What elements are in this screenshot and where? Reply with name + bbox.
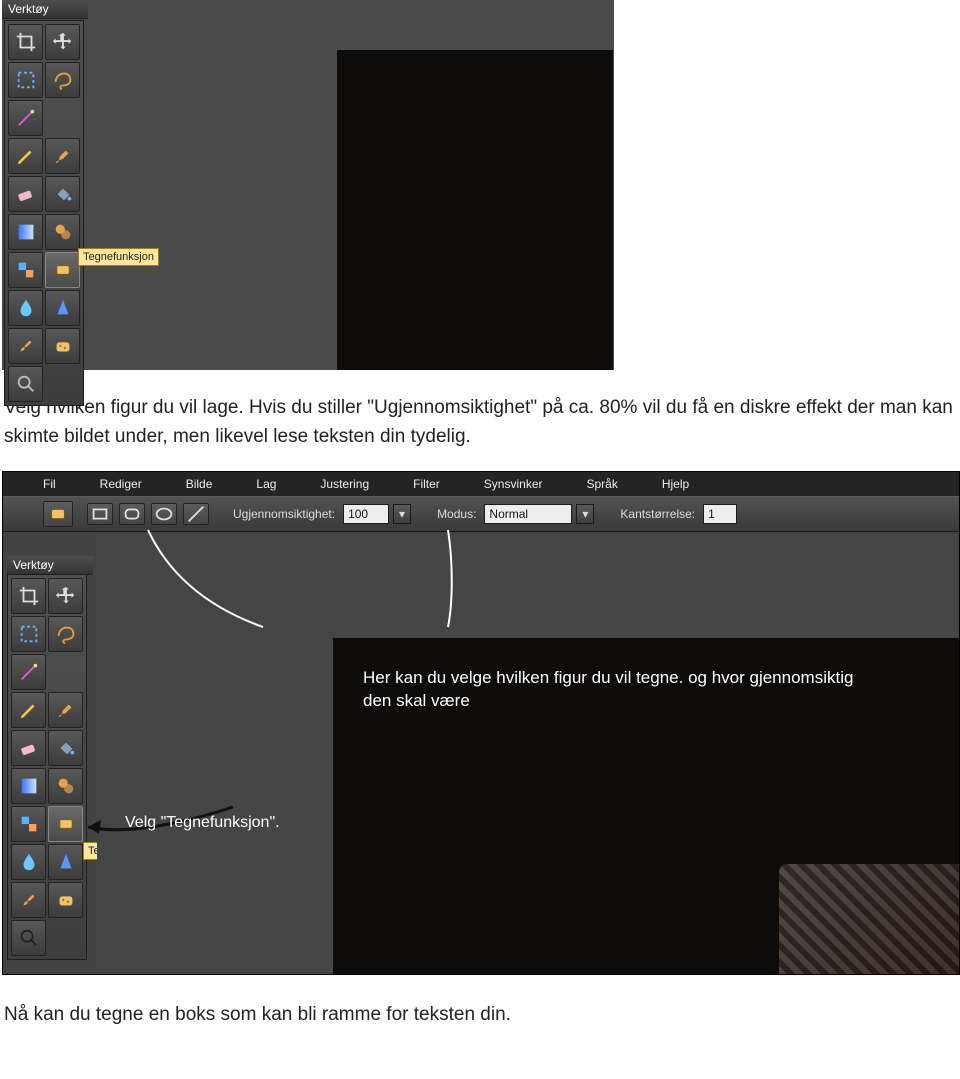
smudge-tool[interactable] xyxy=(8,328,43,364)
colorreplace-tool[interactable] xyxy=(8,252,43,288)
annotation-arrows xyxy=(3,472,959,974)
blur-tool[interactable] xyxy=(8,290,43,326)
shape-tool[interactable] xyxy=(45,252,80,288)
instruction-paragraph-2: Nå kan du tegne en boks som kan bli ramm… xyxy=(4,1001,956,1030)
brush-tool[interactable] xyxy=(45,138,80,174)
tool-panel-title: Verktøy xyxy=(2,0,88,19)
bucket-tool[interactable] xyxy=(45,176,80,212)
lasso-tool[interactable] xyxy=(45,62,80,98)
gradient-tool[interactable] xyxy=(8,214,43,250)
editing-canvas xyxy=(337,50,613,370)
tool-panel xyxy=(4,20,84,406)
sharpen-tool[interactable] xyxy=(45,290,80,326)
clone-tool[interactable] xyxy=(45,214,80,250)
instruction-paragraph-1: Velg hvilken figur du vil lage. Hvis du … xyxy=(4,394,956,451)
tooltip-shape-tool: Tegnefunksjon xyxy=(78,248,159,266)
sponge-tool[interactable] xyxy=(45,328,80,364)
dodge-tool[interactable] xyxy=(8,366,43,402)
eraser-tool[interactable] xyxy=(8,176,43,212)
wand-tool[interactable] xyxy=(8,100,43,136)
pencil-tool[interactable] xyxy=(8,138,43,174)
crop-tool[interactable] xyxy=(8,24,43,60)
move-tool[interactable] xyxy=(45,24,80,60)
marquee-tool[interactable] xyxy=(8,62,43,98)
screenshot-1: Verktøy xyxy=(2,0,614,370)
annotation-main-text: Her kan du velge hvilken figur du vil te… xyxy=(363,667,863,713)
annotation-velg-text: Velg "Tegnefunksjon". xyxy=(125,812,280,834)
screenshot-2: Fil Rediger Bilde Lag Justering Filter S… xyxy=(2,471,960,975)
